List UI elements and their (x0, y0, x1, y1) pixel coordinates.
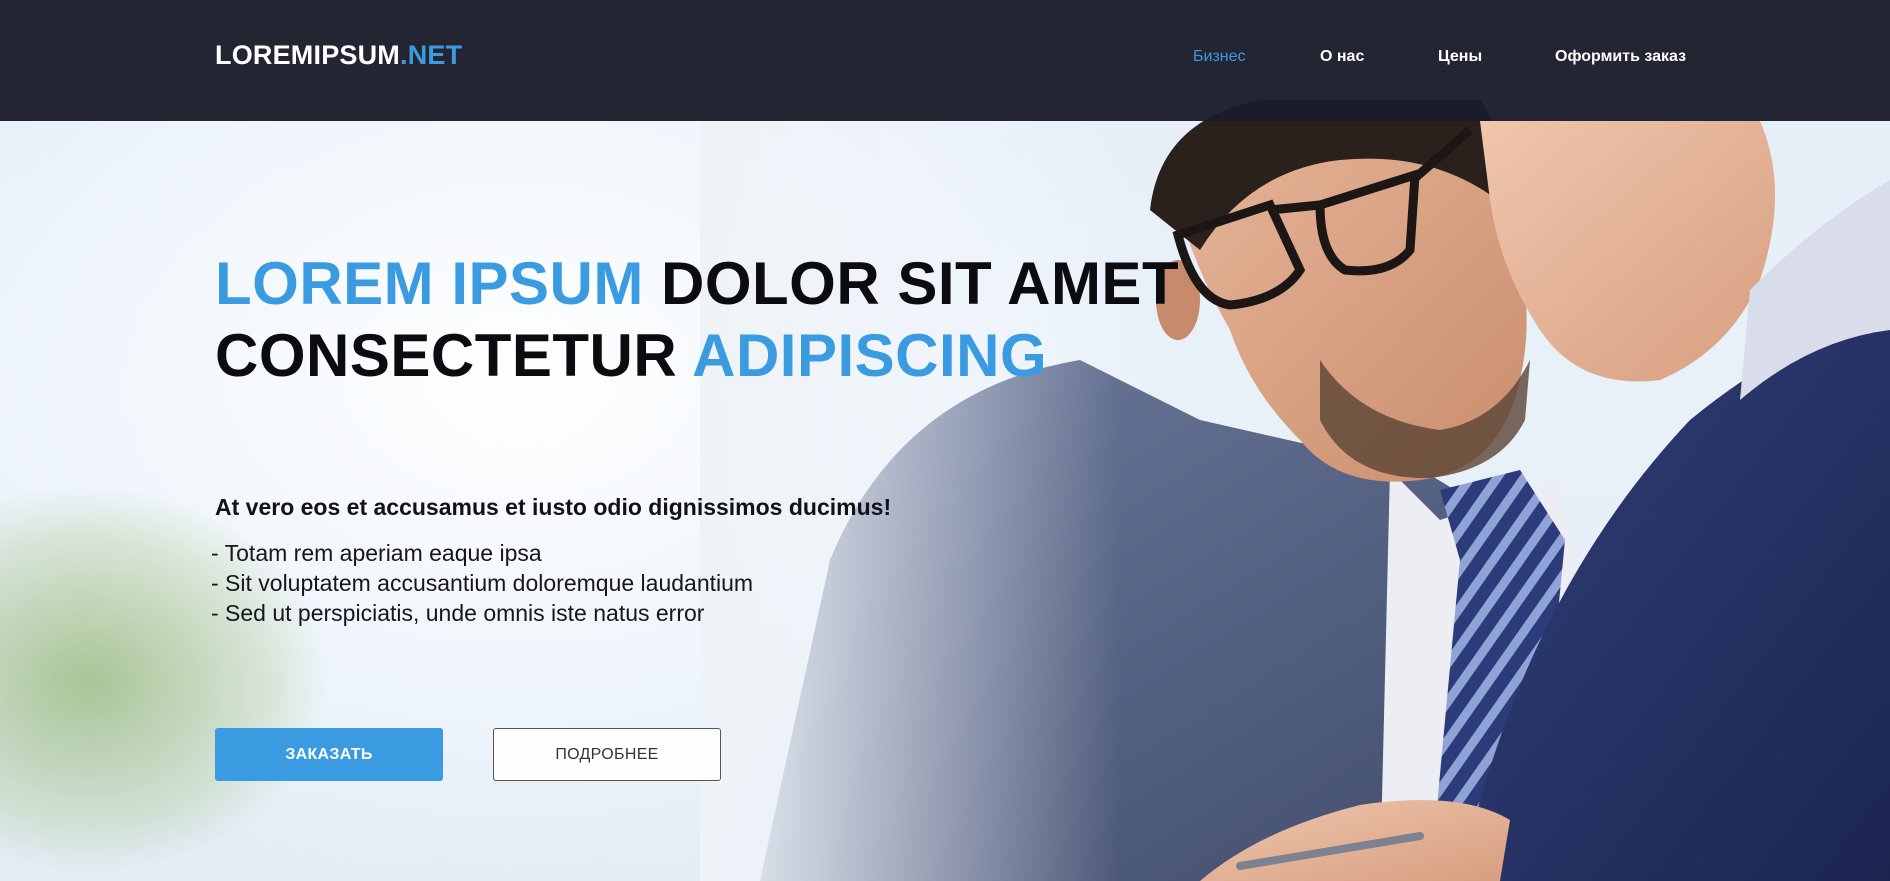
nav-item-order[interactable]: Оформить заказ (1555, 48, 1686, 66)
headline-dark-part-1: DOLOR SIT AMET (643, 250, 1180, 317)
order-button[interactable]: ЗАКАЗАТЬ (215, 728, 443, 781)
headline-line-1: LOREM IPSUM DOLOR SIT AMET (215, 250, 1179, 317)
main-nav: Бизнес О нас Цены Оформить заказ (0, 48, 1890, 72)
nav-item-prices[interactable]: Цены (1438, 48, 1482, 66)
feature-list: - Totam rem aperiam eaque ipsa - Sit vol… (211, 538, 753, 628)
details-button[interactable]: ПОДРОБНЕЕ (493, 728, 721, 781)
hero-tagline: At vero eos et accusamus et iusto odio d… (215, 494, 892, 520)
nav-item-business[interactable]: Бизнес (1193, 48, 1246, 66)
site-header: LOREMIPSUM.NET Бизнес О нас Цены Оформит… (0, 0, 1890, 121)
feature-list-item: - Sed ut perspiciatis, unde omnis iste n… (211, 600, 705, 626)
feature-list-item: - Sit voluptatem accusantium doloremque … (211, 570, 754, 596)
hero-headline: LOREM IPSUM DOLOR SIT AMET CONSECTETUR A… (215, 248, 1179, 392)
headline-blue-part-1: LOREM IPSUM (215, 250, 644, 317)
feature-list-item: - Totam rem aperiam eaque ipsa (211, 540, 542, 566)
landing-page: LOREMIPSUM.NET Бизнес О нас Цены Оформит… (0, 0, 1890, 881)
hero-content: LOREM IPSUM DOLOR SIT AMET CONSECTETUR A… (215, 248, 1179, 392)
headline-line-2: CONSECTETUR ADIPISCING (215, 322, 1047, 389)
headline-dark-part-2: CONSECTETUR (215, 322, 693, 389)
nav-item-about[interactable]: О нас (1320, 48, 1364, 66)
headline-blue-part-2: ADIPISCING (692, 322, 1048, 389)
